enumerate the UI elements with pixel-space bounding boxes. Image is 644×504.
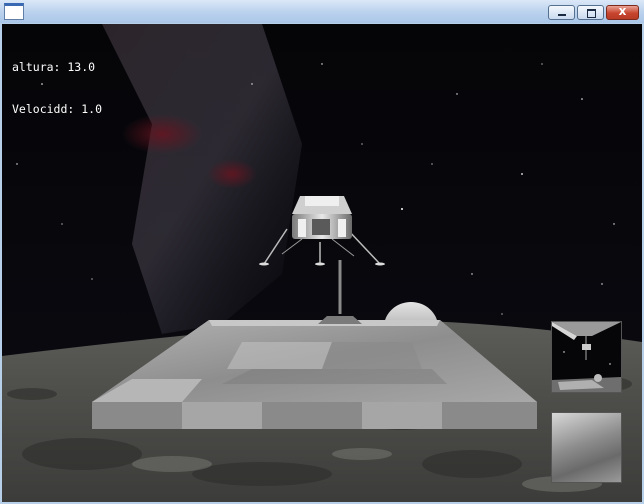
close-icon: x xyxy=(618,4,627,18)
minimize-button[interactable] xyxy=(548,5,575,20)
app-window: x altura: 13.0 Velocidd: 1.0 xyxy=(0,0,644,504)
close-button[interactable]: x xyxy=(606,4,639,20)
maximize-button[interactable] xyxy=(577,5,604,20)
window-icon[interactable] xyxy=(4,3,24,20)
velocity-readout: Velocidd: 1.0 xyxy=(12,102,103,116)
minimize-icon xyxy=(558,14,566,16)
game-viewport[interactable]: altura: 13.0 Velocidd: 1.0 xyxy=(2,24,642,502)
hud-readout: altura: 13.0 Velocidd: 1.0 xyxy=(12,32,102,144)
altitude-readout: altura: 13.0 xyxy=(12,60,96,74)
title-bar[interactable]: x xyxy=(0,0,644,23)
minimap-ground-view xyxy=(551,412,622,483)
maximize-icon xyxy=(587,9,596,18)
minimap-top-view xyxy=(551,321,622,393)
